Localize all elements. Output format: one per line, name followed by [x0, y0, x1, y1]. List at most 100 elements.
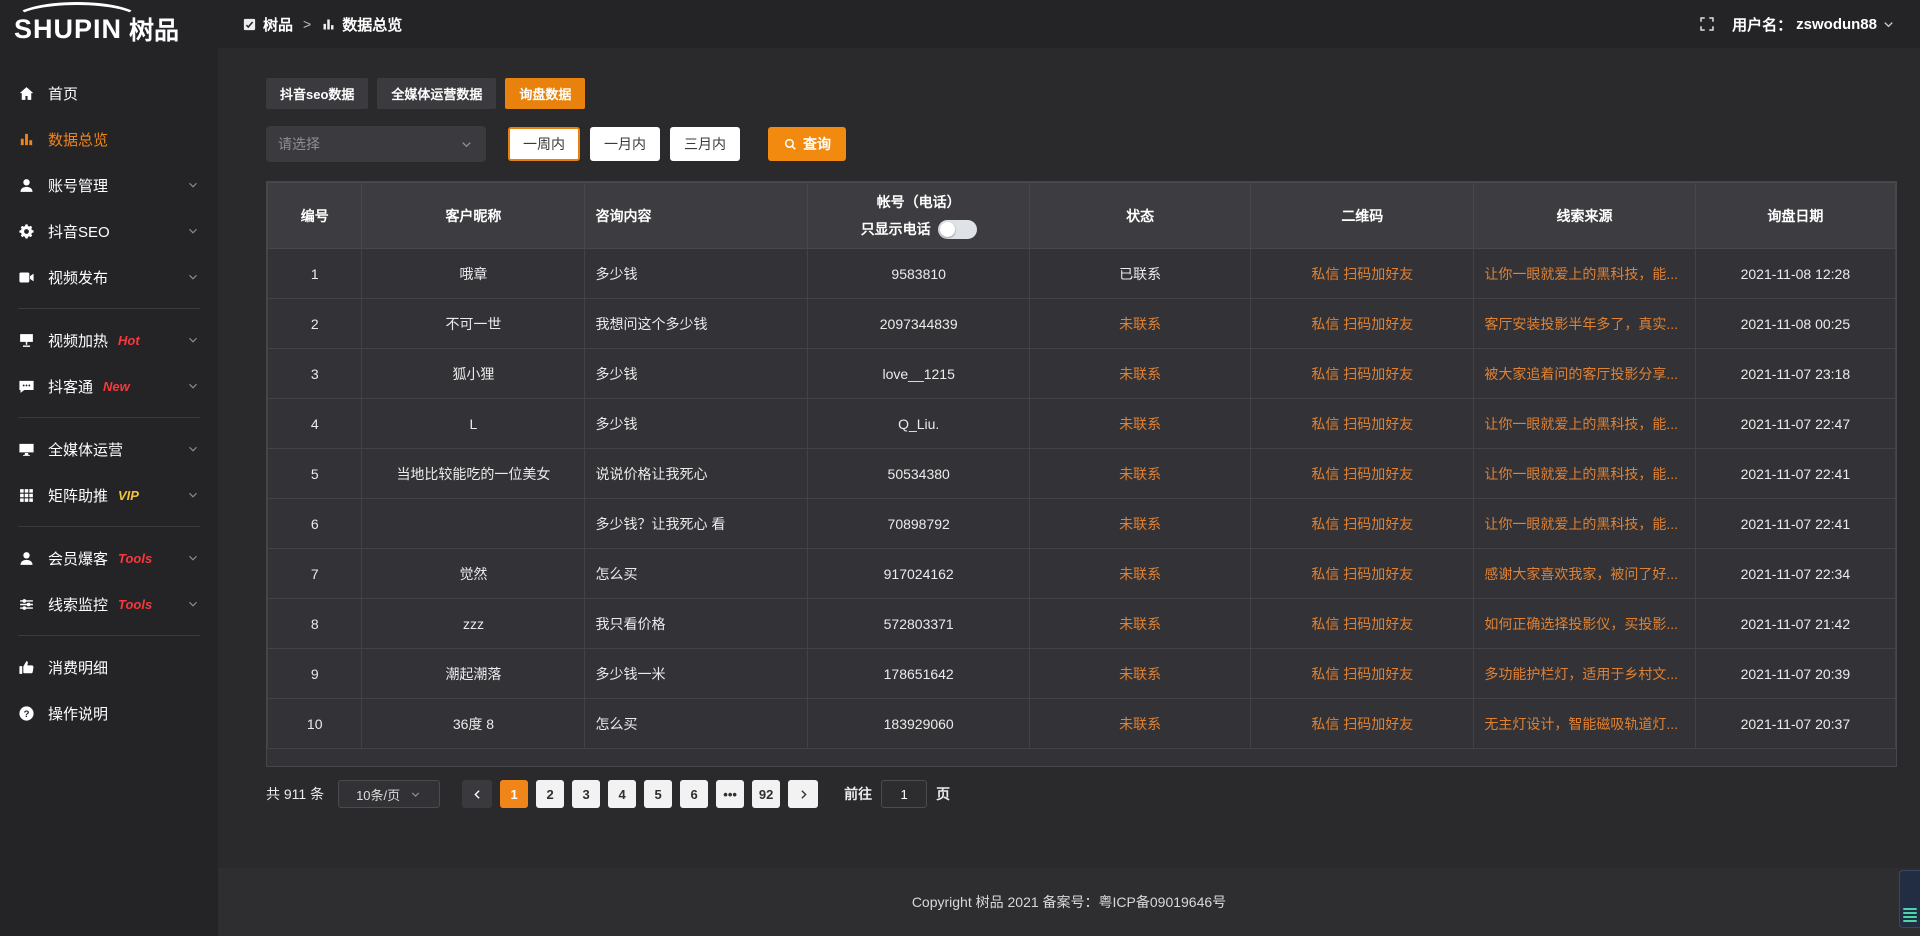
tab-inquiry-data[interactable]: 询盘数据	[505, 78, 585, 109]
user-menu[interactable]: 用户名： zswodun88	[1732, 14, 1896, 35]
col-header-4: 状态	[1029, 183, 1250, 249]
breadcrumb-root[interactable]: 树品	[263, 14, 293, 35]
sidebar-item-consumption-detail[interactable]: 消费明细	[0, 644, 218, 690]
cell-content: 多少钱	[585, 399, 808, 449]
table-body: 1哦章多少钱9583810已联系私信 扫码加好友让你一眼就爱上的黑科技，能...…	[268, 249, 1896, 749]
page-more-button[interactable]: •••	[716, 780, 744, 808]
chat-icon	[18, 378, 35, 395]
sidebar-item-matrix-boost[interactable]: 矩阵助推 VIP	[0, 472, 218, 518]
prev-page-button[interactable]	[462, 780, 492, 808]
cell-qr-link[interactable]: 私信 扫码加好友	[1251, 249, 1474, 299]
col-header-3: 帐号（电话）只显示电话	[808, 183, 1029, 249]
period-button-quarter[interactable]: 三月内	[670, 127, 740, 161]
sidebar-item-clue-monitor[interactable]: 线索监控 Tools	[0, 581, 218, 627]
cell-source-link[interactable]: 客厅安装投影半年多了，真实...	[1474, 299, 1695, 349]
goto-page-input[interactable]	[881, 780, 927, 808]
cell-source-link[interactable]: 如何正确选择投影仪，买投影...	[1474, 599, 1695, 649]
next-page-button[interactable]	[788, 780, 818, 808]
table-row: 8zzz我只看价格572803371未联系私信 扫码加好友如何正确选择投影仪，买…	[268, 599, 1896, 649]
main-area: 树品 > 数据总览 用户名： zswodun88 抖音seo数据全媒体运营数据询…	[218, 0, 1920, 936]
cell-qr-link[interactable]: 私信 扫码加好友	[1251, 499, 1474, 549]
page-button-1[interactable]: 1	[500, 780, 528, 808]
sidebar-item-omni-media[interactable]: 全媒体运营	[0, 426, 218, 472]
cell-source-link[interactable]: 无主灯设计，智能磁吸轨道灯...	[1474, 699, 1695, 749]
page-size-select[interactable]: 10条/页	[338, 780, 440, 808]
search-button[interactable]: 查询	[768, 127, 846, 161]
cell-qr-link[interactable]: 私信 扫码加好友	[1251, 549, 1474, 599]
cell-qr-link[interactable]: 私信 扫码加好友	[1251, 349, 1474, 399]
cell-id: 8	[268, 599, 362, 649]
page-button-6[interactable]: 6	[680, 780, 708, 808]
sidebar-item-operation-guide[interactable]: ? 操作说明	[0, 690, 218, 736]
cell-content: 说说价格让我死心	[585, 449, 808, 499]
sidebar-item-account-management[interactable]: 账号管理	[0, 162, 218, 208]
cell-source-link[interactable]: 多功能护栏灯，适用于乡村文...	[1474, 649, 1695, 699]
cell-account: 50534380	[808, 449, 1029, 499]
cell-date: 2021-11-07 21:42	[1695, 599, 1895, 649]
chart-icon	[321, 17, 336, 32]
filter-bar: 请选择 一周内一月内三月内 查询	[266, 126, 1897, 162]
cell-account: 572803371	[808, 599, 1029, 649]
cell-qr-link[interactable]: 私信 扫码加好友	[1251, 299, 1474, 349]
cell-account: 2097344839	[808, 299, 1029, 349]
cell-date: 2021-11-07 20:37	[1695, 699, 1895, 749]
page-button-4[interactable]: 4	[608, 780, 636, 808]
sidebar-item-video-heat[interactable]: 视频加热 Hot	[0, 317, 218, 363]
table-row: 5当地比较能吃的一位美女说说价格让我死心50534380未联系私信 扫码加好友让…	[268, 449, 1896, 499]
question-icon: ?	[18, 705, 35, 722]
chevron-right-icon	[797, 788, 810, 801]
sidebar-item-data-overview[interactable]: 数据总览	[0, 116, 218, 162]
copyright-text: Copyright 树品 2021 备案号：粤ICP备09019646号	[912, 892, 1226, 912]
sidebar-item-home[interactable]: 首页	[0, 70, 218, 116]
cell-qr-link[interactable]: 私信 扫码加好友	[1251, 649, 1474, 699]
goto-label: 前往	[844, 784, 872, 804]
sidebar-item-douyin-seo[interactable]: 抖音SEO	[0, 208, 218, 254]
filter-select[interactable]: 请选择	[266, 126, 486, 162]
cell-source-link[interactable]: 被大家追着问的客厅投影分享...	[1474, 349, 1695, 399]
cell-qr-link[interactable]: 私信 扫码加好友	[1251, 599, 1474, 649]
cell-source-link[interactable]: 让你一眼就爱上的黑科技，能...	[1474, 249, 1695, 299]
page-button-5[interactable]: 5	[644, 780, 672, 808]
content: 抖音seo数据全媒体运营数据询盘数据 请选择 一周内一月内三月内 查询	[218, 48, 1920, 868]
sidebar-item-label: 首页	[48, 83, 78, 104]
page-button-92[interactable]: 92	[752, 780, 780, 808]
tab-omni-media-data[interactable]: 全媒体运营数据	[377, 78, 496, 109]
sidebar-divider	[18, 308, 200, 309]
sidebar-item-douketong[interactable]: 抖客通 New	[0, 363, 218, 409]
cell-account: Q_Liu.	[808, 399, 1029, 449]
cell-id: 3	[268, 349, 362, 399]
sidebar-item-badge: Tools	[118, 551, 152, 566]
sidebar-item-label: 抖音SEO	[48, 221, 110, 242]
cell-source-link[interactable]: 让你一眼就爱上的黑科技，能...	[1474, 499, 1695, 549]
cell-status: 未联系	[1029, 449, 1250, 499]
sidebar-item-label: 会员爆客	[48, 548, 108, 569]
tab-douyin-seo-data[interactable]: 抖音seo数据	[266, 78, 368, 109]
sidebar-item-member-baoke[interactable]: 会员爆客 Tools	[0, 535, 218, 581]
cell-nickname: L	[362, 399, 585, 449]
sidebar-divider	[18, 417, 200, 418]
cell-nickname	[362, 499, 585, 549]
page-button-3[interactable]: 3	[572, 780, 600, 808]
cell-source-link[interactable]: 让你一眼就爱上的黑科技，能...	[1474, 449, 1695, 499]
phone-only-label: 只显示电话	[861, 219, 931, 239]
fullscreen-button[interactable]	[1698, 15, 1716, 33]
cell-qr-link[interactable]: 私信 扫码加好友	[1251, 449, 1474, 499]
phone-only-toggle[interactable]	[938, 220, 977, 239]
cell-source-link[interactable]: 让你一眼就爱上的黑科技，能...	[1474, 399, 1695, 449]
cell-source-link[interactable]: 感谢大家喜欢我家，被问了好...	[1474, 549, 1695, 599]
period-button-month[interactable]: 一月内	[590, 127, 660, 161]
cell-qr-link[interactable]: 私信 扫码加好友	[1251, 399, 1474, 449]
cell-status: 已联系	[1029, 249, 1250, 299]
sidebar-item-badge: New	[103, 379, 130, 394]
cell-content: 我想问这个多少钱	[585, 299, 808, 349]
cell-qr-link[interactable]: 私信 扫码加好友	[1251, 699, 1474, 749]
sidebar-divider	[18, 526, 200, 527]
grid-icon	[18, 487, 35, 504]
cell-account: 178651642	[808, 649, 1029, 699]
table-row: 6多少钱？让我死心 看70898792未联系私信 扫码加好友让你一眼就爱上的黑科…	[268, 499, 1896, 549]
sidebar-item-video-publish[interactable]: 视频发布	[0, 254, 218, 300]
cell-content: 多少钱	[585, 349, 808, 399]
period-button-week[interactable]: 一周内	[508, 127, 580, 161]
page-button-2[interactable]: 2	[536, 780, 564, 808]
cell-date: 2021-11-07 22:41	[1695, 449, 1895, 499]
